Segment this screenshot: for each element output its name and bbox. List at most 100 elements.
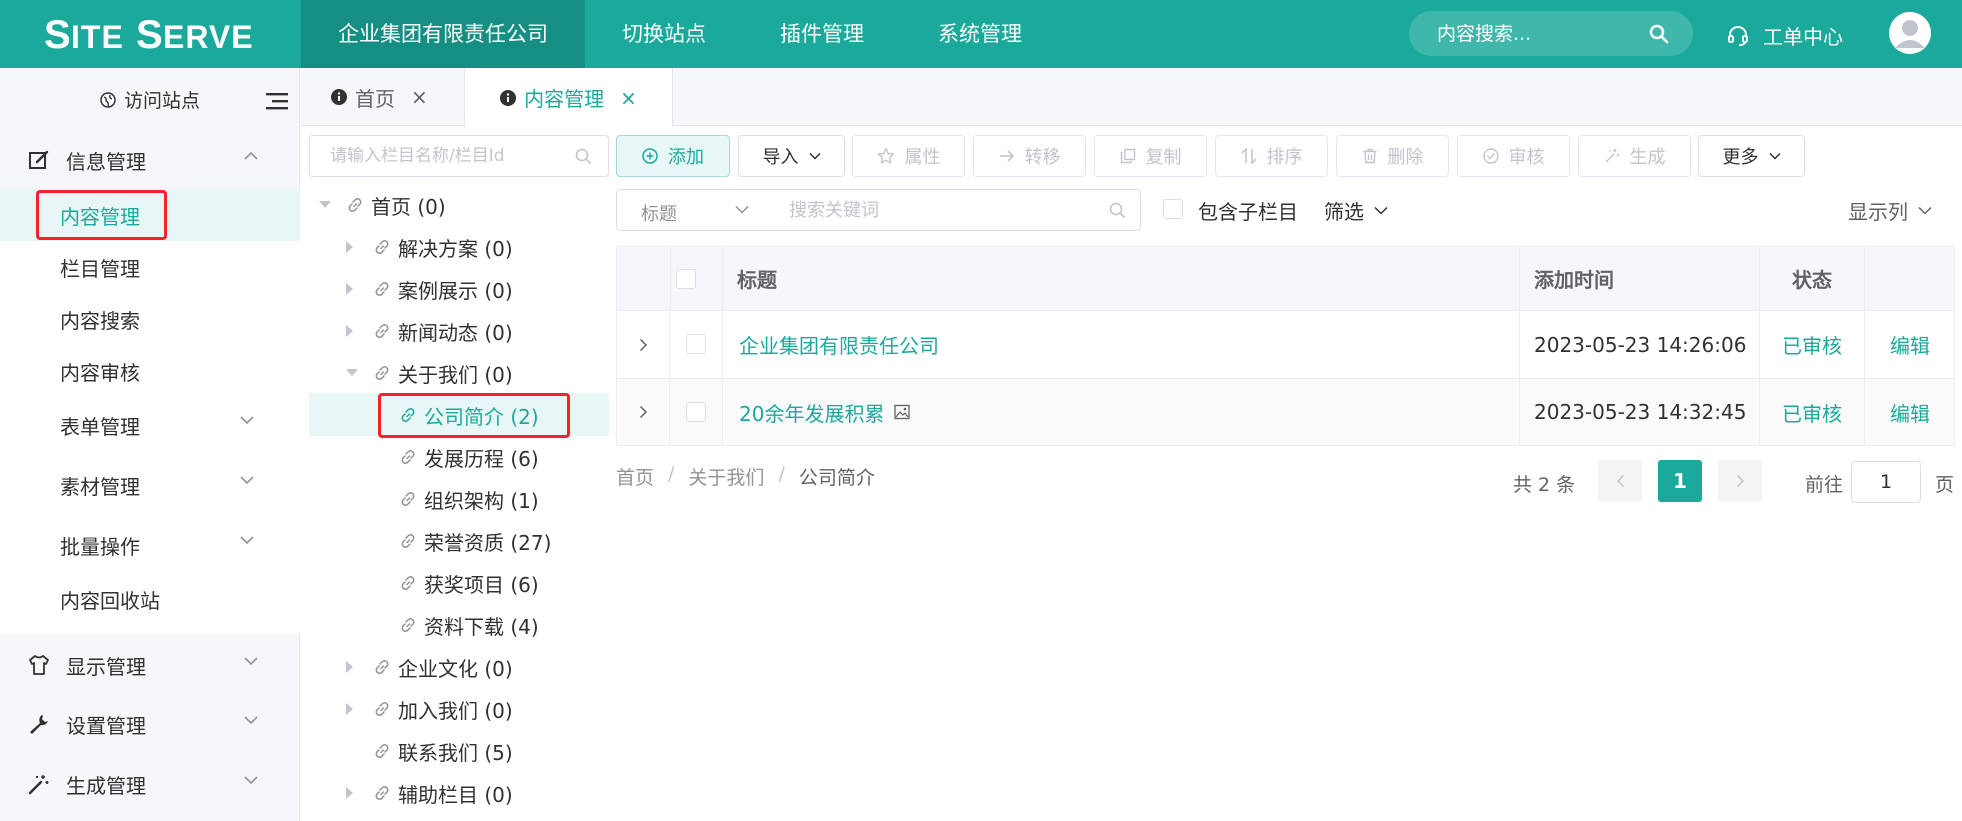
ticket-center[interactable]: 工单中心 <box>1727 18 1843 52</box>
tree-node[interactable]: 关于我们 (0) <box>374 352 513 394</box>
caret-down-icon[interactable] <box>346 369 358 376</box>
topnav-site-name[interactable]: 企业集团有限责任公司 <box>301 0 585 68</box>
chevron-down-icon <box>808 152 821 160</box>
tree-node[interactable]: 荣誉资质 (27) <box>400 520 551 562</box>
avatar[interactable] <box>1889 12 1931 54</box>
tree-node[interactable]: 获奖项目 (6) <box>400 562 539 604</box>
close-icon[interactable]: × <box>620 86 637 110</box>
tree-node[interactable]: 首页 (0) <box>347 184 446 226</box>
top-nav: 企业集团有限责任公司 切换站点 插件管理 系统管理 <box>301 0 1059 68</box>
tree-node-label: 获奖项目 (6) <box>424 572 539 597</box>
search-icon[interactable] <box>1649 24 1669 44</box>
prev-page-button[interactable] <box>1598 460 1642 502</box>
include-children-checkbox[interactable] <box>1163 199 1183 219</box>
link-icon <box>375 702 389 716</box>
menu-group-display[interactable]: 显示管理 <box>0 636 300 694</box>
tree-node[interactable]: 组织架构 (1) <box>400 478 539 520</box>
keyword-search-input[interactable] <box>789 190 1089 230</box>
tree-node[interactable]: 案例展示 (0) <box>374 268 513 310</box>
next-page-button[interactable] <box>1718 460 1762 502</box>
menu-group-info[interactable]: 信息管理 <box>0 131 300 189</box>
tab-content-manage[interactable]: 内容管理 × <box>464 68 673 127</box>
top-bar: S ITE S ERVER 企业集团有限责任公司 切换站点 插件管理 系统管理 <box>0 0 1962 68</box>
tab-home[interactable]: 首页 × <box>331 68 428 126</box>
sidebar-item-content-search[interactable]: 内容搜索 <box>0 293 300 345</box>
topnav-system[interactable]: 系统管理 <box>901 0 1059 68</box>
more-button-label: 更多 <box>1722 147 1759 168</box>
sidebar-item-material-manage[interactable]: 素材管理 <box>0 459 300 511</box>
caret-right-icon[interactable] <box>346 787 353 799</box>
sidebar-item-recycle-bin[interactable]: 内容回收站 <box>0 573 300 625</box>
content-title-link[interactable]: 企业集团有限责任公司 <box>739 330 939 359</box>
sidebar-item-form-manage[interactable]: 表单管理 <box>0 399 300 451</box>
goto-page-input[interactable] <box>1851 461 1921 503</box>
more-button[interactable]: 更多 <box>1698 135 1805 177</box>
menu-toggle-icon[interactable] <box>266 92 288 110</box>
tree-node[interactable]: 联系我们 (5) <box>374 730 513 772</box>
sidebar-item-label: 批量操作 <box>60 534 140 559</box>
tree-node[interactable]: 解决方案 (0) <box>374 226 513 268</box>
search-icon[interactable] <box>1109 202 1126 219</box>
breadcrumb-item[interactable]: 首页 <box>616 463 654 490</box>
headset-icon <box>1728 26 1748 46</box>
caret-right-icon[interactable] <box>346 661 353 673</box>
row-expand-cell[interactable] <box>617 311 670 378</box>
visit-site-link[interactable]: 访问站点 <box>0 68 300 131</box>
tree-node[interactable]: 新闻动态 (0) <box>374 310 513 352</box>
select-all-checkbox[interactable] <box>676 269 696 289</box>
sort-button[interactable]: 排序 <box>1215 135 1328 177</box>
tree-node[interactable]: 企业文化 (0) <box>374 646 513 688</box>
import-button[interactable]: 导入 <box>738 135 845 177</box>
breadcrumb-item[interactable]: 关于我们 <box>688 463 764 490</box>
caret-down-icon[interactable] <box>319 201 331 208</box>
content-time: 2023-05-23 14:32:45 <box>1520 379 1760 445</box>
tree-node[interactable]: 资料下载 (4) <box>400 604 539 646</box>
siteserver-logo[interactable]: S ITE S ERVER <box>44 8 254 60</box>
delete-button[interactable]: 删除 <box>1336 135 1449 177</box>
edit-link[interactable]: 编辑 <box>1865 379 1955 445</box>
content-title-link[interactable]: 20余年发展积累 <box>739 398 884 427</box>
topnav-switch-site[interactable]: 切换站点 <box>585 0 743 68</box>
caret-right-icon[interactable] <box>346 241 353 253</box>
sidebar-item-channel-manage[interactable]: 栏目管理 <box>0 241 300 293</box>
filter-dropdown[interactable]: 筛选 <box>1324 196 1388 225</box>
tree-search-input[interactable] <box>330 136 570 176</box>
sidebar-item-content-audit[interactable]: 内容审核 <box>0 345 300 397</box>
search-icon <box>575 148 592 165</box>
copy-button[interactable]: 复制 <box>1094 135 1207 177</box>
row-expand-cell[interactable] <box>617 379 670 445</box>
generate-button[interactable]: 生成 <box>1578 135 1691 177</box>
tree-search-box <box>309 135 609 177</box>
audit-button[interactable]: 审核 <box>1457 135 1570 177</box>
tree-node[interactable]: 发展历程 (6) <box>400 436 539 478</box>
tab-label: 首页 <box>355 86 395 111</box>
top-search-input[interactable] <box>1437 11 1647 56</box>
sidebar-item-label: 表单管理 <box>60 414 140 439</box>
link-icon <box>375 660 389 674</box>
menu-group-generate[interactable]: 生成管理 <box>0 755 300 813</box>
row-checkbox[interactable] <box>686 402 706 422</box>
page-number-button[interactable]: 1 <box>1658 460 1702 502</box>
search-field-value: 标题 <box>641 204 677 225</box>
sidebar-item-content-manage[interactable]: 内容管理 <box>0 189 300 241</box>
add-button[interactable]: 添加 <box>616 135 730 177</box>
row-checkbox[interactable] <box>686 334 706 354</box>
transfer-button[interactable]: 转移 <box>973 135 1086 177</box>
tree-node[interactable]: 加入我们 (0) <box>374 688 513 730</box>
tree-node[interactable]: 辅助栏目 (0) <box>374 772 513 814</box>
caret-right-icon[interactable] <box>346 283 353 295</box>
tree-node[interactable]: 公司简介 (2) <box>400 394 539 436</box>
search-field-select[interactable]: 标题 <box>616 189 768 231</box>
display-columns-dropdown[interactable]: 显示列 <box>1848 196 1932 225</box>
menu-group-settings[interactable]: 设置管理 <box>0 695 300 753</box>
edit-link[interactable]: 编辑 <box>1865 311 1955 378</box>
header-time[interactable]: 添加时间 <box>1520 247 1760 310</box>
topnav-plugins[interactable]: 插件管理 <box>743 0 901 68</box>
close-icon[interactable]: × <box>411 85 428 109</box>
header-title[interactable]: 标题 <box>723 247 1520 310</box>
sidebar-item-batch-ops[interactable]: 批量操作 <box>0 519 300 571</box>
goto-label: 前往 <box>1805 474 1844 496</box>
caret-right-icon[interactable] <box>346 325 353 337</box>
attributes-button[interactable]: 属性 <box>852 135 965 177</box>
caret-right-icon[interactable] <box>346 703 353 715</box>
